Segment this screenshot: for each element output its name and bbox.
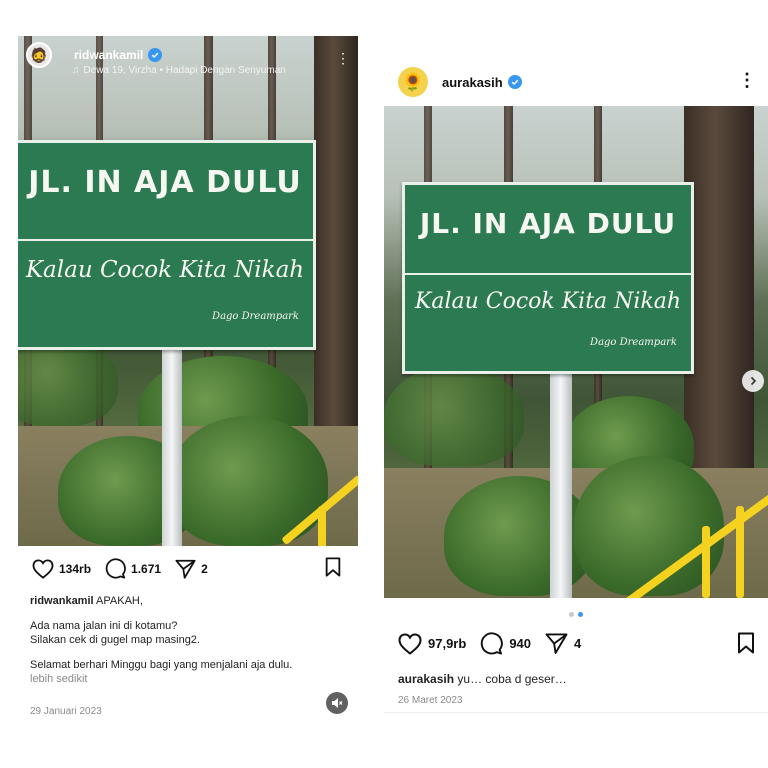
post-date: 26 Maret 2023 [398,695,463,706]
less-link[interactable]: lebih sedikit [30,673,87,685]
caption-username[interactable]: ridwankamil [30,595,94,607]
divider [384,712,768,713]
sign-line-2: Kalau Cocok Kita Nikah [25,257,305,283]
sign-line-1: JL. IN AJA DULU [419,207,677,240]
street-sign: JL. IN AJA DULU Kalau Cocok Kita Nikah D… [402,182,694,374]
heart-icon[interactable] [32,558,54,579]
comment-count: 1.671 [131,561,162,576]
right-post: 🌻 aurakasih ⋮ JL. IN AJA DULU Kalau Coco… [384,58,768,718]
speaker-muted-icon[interactable] [326,692,348,714]
music-note-icon: ♫ [72,65,80,76]
send-icon[interactable] [175,559,196,579]
caption-text: yu… coba d geser… [457,672,567,686]
post-caption: aurakasih yu… coba d geser… [398,672,567,686]
bookmark-icon[interactable] [736,632,756,654]
left-post: JL. IN AJA DULU Kalau Cocok Kita Nikah D… [18,36,358,726]
heart-icon[interactable] [398,632,422,655]
action-bar: 97,9rb 940 4 [398,632,595,655]
caption-title: APAKAH, [96,595,143,607]
street-sign: JL. IN AJA DULU Kalau Cocok Kita Nikah D… [18,140,316,350]
more-options-icon[interactable]: ⋮ [336,50,350,67]
post-caption: ridwankamil APAKAH, Ada nama jalan ini d… [30,594,350,688]
sign-line-1: JL. IN AJA DULU [28,165,302,200]
verified-badge-icon [507,75,522,89]
comment-count: 940 [509,636,532,651]
share-count: 4 [574,636,582,651]
caption-line: Silakan cek di gugel map masing2. [30,634,200,646]
post-header: 🌻 aurakasih ⋮ [384,58,768,106]
comment-icon[interactable] [105,558,126,579]
caption-username[interactable]: aurakasih [398,672,454,686]
post-photo[interactable]: JL. IN AJA DULU Kalau Cocok Kita Nikah D… [384,106,768,598]
sign-credit: Dago Dreampark [212,311,299,322]
carousel-indicator [384,612,768,617]
username[interactable]: aurakasih [442,75,503,90]
verified-badge-icon [148,48,163,62]
music-title: Dewa 19, Virzha • Hadapi Dengan Senyuman [83,65,286,76]
like-count: 97,9rb [428,636,467,651]
chevron-right-icon[interactable] [742,370,764,392]
carousel-dot-active [578,612,583,617]
more-options-icon[interactable]: ⋮ [738,70,756,91]
share-count: 2 [201,561,208,576]
post-date: 29 Januari 2023 [30,706,102,717]
like-count: 134rb [59,561,92,576]
action-bar: 134rb 1.671 2 [32,558,216,579]
sign-credit: Dago Dreampark [590,337,677,348]
caption-closing: Selamat berhari Minggu bagi yang menjala… [30,659,293,671]
sign-line-2: Kalau Cocok Kita Nikah [414,289,682,314]
username[interactable]: ridwankamil [74,48,143,62]
caption-line: Ada nama jalan ini di kotamu? [30,620,178,632]
post-photo[interactable]: JL. IN AJA DULU Kalau Cocok Kita Nikah D… [18,36,358,546]
music-info[interactable]: ♫ Dewa 19, Virzha • Hadapi Dengan Senyum… [72,65,286,76]
comment-icon[interactable] [480,632,504,655]
avatar[interactable]: 🌻 [398,67,428,97]
send-icon[interactable] [545,633,568,654]
carousel-dot [569,612,574,617]
bookmark-icon[interactable] [324,557,342,577]
avatar[interactable]: 🧔 [26,42,52,68]
